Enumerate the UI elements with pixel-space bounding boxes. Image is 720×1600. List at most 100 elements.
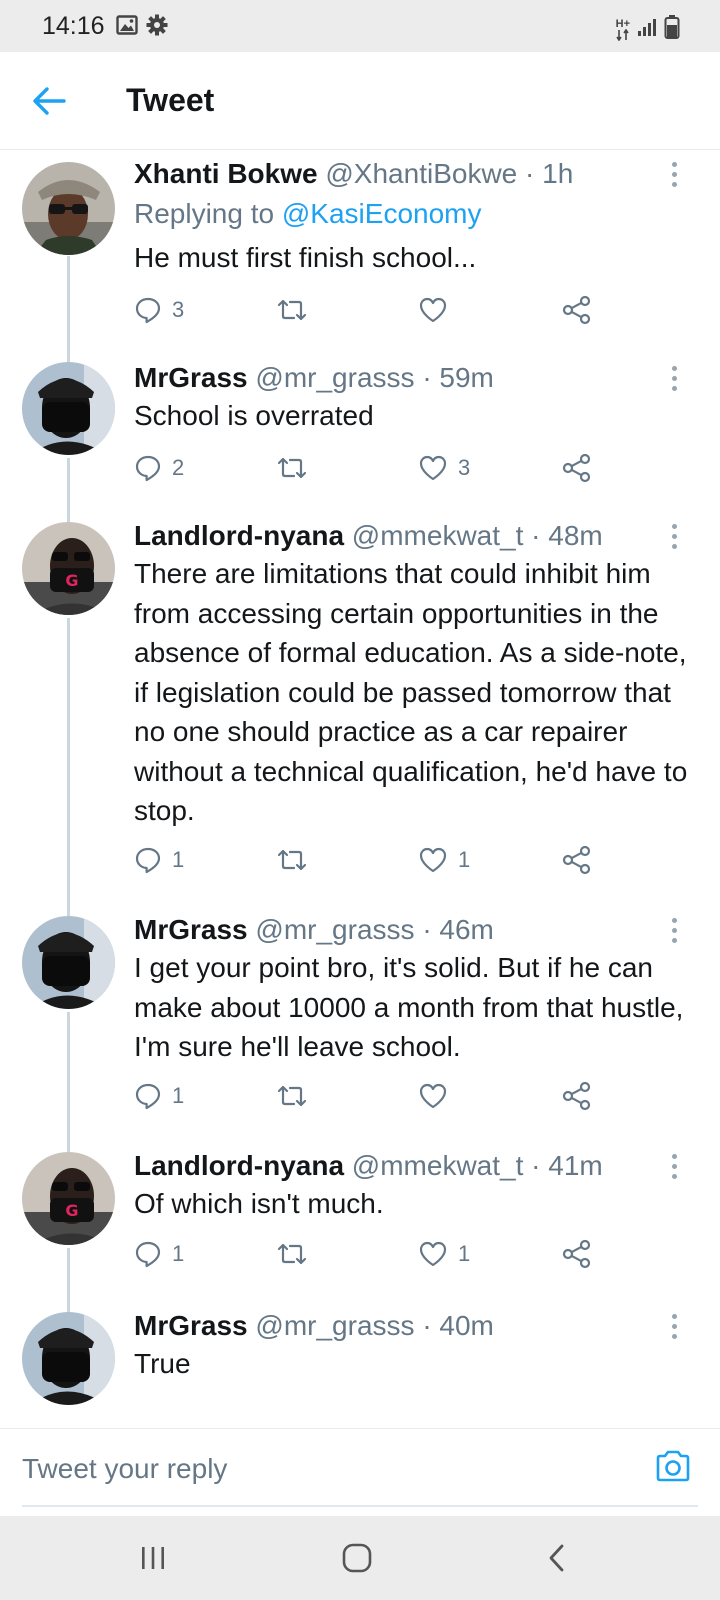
retweet-icon [277,849,307,871]
tweet-timestamp: · 59m [422,362,494,393]
recent-apps-icon [142,1547,164,1569]
tweet-actions: 1 [134,1078,614,1114]
heart-icon [419,1083,447,1109]
tweet-reply-input[interactable] [22,1447,612,1491]
system-back-button[interactable] [532,1538,582,1578]
retweet-button[interactable] [276,1236,318,1272]
tweet-thread[interactable]: Xhanti Bokwe @XhantiBokwe · 1h Replying … [0,150,720,1428]
retweet-icon [277,1243,307,1265]
status-time: 14:16 [42,12,105,40]
heart-icon [419,1241,447,1267]
share-button[interactable] [562,842,592,878]
retweet-icon [277,457,307,479]
avatar[interactable]: G [22,1152,115,1245]
tweet-text: He must first finish school... [134,242,477,273]
tweet-author-name[interactable]: MrGrass [134,1310,248,1341]
heart-icon [419,455,447,481]
avatar[interactable] [22,1312,115,1405]
more-options-button[interactable] [662,360,686,396]
like-button[interactable]: 1 [418,842,470,878]
retweet-button[interactable] [276,450,318,486]
avatar[interactable] [22,162,115,255]
reply-count: 1 [172,1241,185,1266]
reply-icon [135,455,161,482]
page-title: Tweet [126,82,215,118]
avatar[interactable] [22,916,115,1009]
back-icon [549,1544,564,1572]
tweet-actions: 1 1 [134,842,614,878]
tweet-author-name[interactable]: Xhanti Bokwe [134,158,318,189]
reply-icon [135,847,161,874]
tweet-author-handle[interactable]: @mmekwat_t [352,1150,524,1181]
share-icon [562,1081,591,1111]
tweet-timestamp: · 46m [422,914,494,945]
more-options-button[interactable] [662,1308,686,1344]
replying-to-label: Replying to [134,198,275,229]
tweet-author-handle[interactable]: @mmekwat_t [352,520,524,551]
image-icon [116,14,138,41]
tweet[interactable]: MrGrass @mr_grasss · 40m True [0,1302,720,1428]
reply-button[interactable]: 1 [134,1078,184,1114]
heart-icon [419,297,447,323]
share-icon [562,453,591,483]
svg-text:G: G [65,1201,78,1220]
replying-to-handle[interactable]: @KasiEconomy [282,198,482,229]
recent-apps-button[interactable] [128,1538,178,1578]
share-icon [562,845,591,875]
like-button[interactable] [418,292,458,328]
share-button[interactable] [562,292,592,328]
tweet[interactable]: G Landlord-nyana @mmekwat_t · 41m Of whi… [0,1142,720,1300]
tweet[interactable]: MrGrass @mr_grasss · 59m School is overr… [0,352,720,510]
reply-button[interactable]: 1 [134,1236,184,1272]
heart-icon [419,847,447,873]
share-button[interactable] [562,1236,592,1272]
tweet[interactable]: G Landlord-nyana @mmekwat_t · 48m There … [0,512,720,904]
avatar[interactable]: G [22,522,115,615]
reply-composer [0,1428,720,1516]
tweet-author-name[interactable]: Landlord-nyana [134,1150,344,1181]
reply-button[interactable]: 2 [134,450,184,486]
tweet-author-handle[interactable]: @XhantiBokwe [325,158,517,189]
back-button[interactable] [26,78,72,124]
svg-text:G: G [65,571,78,590]
tweet-author-handle[interactable]: @mr_grasss [255,914,414,945]
retweet-button[interactable] [276,842,318,878]
tweet[interactable]: Xhanti Bokwe @XhantiBokwe · 1h Replying … [0,150,720,350]
network-type-label: H+ [615,17,630,30]
retweet-button[interactable] [276,292,318,328]
reply-button[interactable]: 3 [134,292,184,328]
share-icon [562,295,591,325]
more-options-button[interactable] [662,912,686,948]
avatar[interactable] [22,362,115,455]
tweet-text: Of which isn't much. [134,1188,384,1219]
tweet-author-name[interactable]: MrGrass [134,914,248,945]
retweet-icon [277,299,307,321]
more-options-button[interactable] [662,518,686,554]
camera-icon [656,1450,690,1482]
home-icon [342,1543,372,1573]
more-options-button[interactable] [662,1148,686,1184]
share-icon [562,1239,591,1269]
data-arrows-icon: H+ [615,17,630,41]
tweet-author-handle[interactable]: @mr_grasss [255,362,414,393]
like-button[interactable] [418,1078,458,1114]
tweet-author-name[interactable]: MrGrass [134,362,248,393]
home-button[interactable] [332,1538,382,1578]
system-nav-bar [0,1516,720,1600]
share-button[interactable] [562,450,592,486]
replying-to: Replying to @KasiEconomy [134,196,481,232]
tweet-author-name[interactable]: Landlord-nyana [134,520,344,551]
camera-button[interactable] [650,1443,696,1489]
like-button[interactable]: 1 [418,1236,470,1272]
tweet[interactable]: MrGrass @mr_grasss · 46m I get your poin… [0,906,720,1142]
reply-button[interactable]: 1 [134,842,184,878]
retweet-icon [277,1085,307,1107]
gear-icon [146,14,168,41]
share-button[interactable] [562,1078,592,1114]
tweet-author-handle[interactable]: @mr_grasss [255,1310,414,1341]
retweet-button[interactable] [276,1078,318,1114]
tweet-actions: 1 1 [134,1236,614,1272]
more-options-button[interactable] [662,156,686,192]
like-button[interactable]: 3 [418,450,470,486]
tweet-timestamp: · 48m [531,520,603,551]
